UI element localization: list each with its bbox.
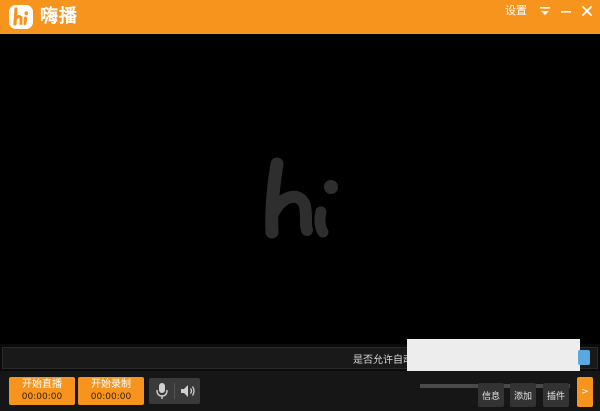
info-label: 信息: [481, 392, 500, 402]
minimize-icon[interactable]: [558, 3, 574, 19]
live-timer: 00:00:00: [21, 392, 63, 402]
title-bar: 嗨播 设置: [0, 0, 600, 34]
video-preview: [0, 34, 600, 344]
record-timer: 00:00:00: [90, 392, 132, 402]
app-title: 嗨播: [40, 6, 78, 27]
settings-link[interactable]: 设置: [505, 3, 527, 19]
start-record-label: 开始录制: [91, 379, 131, 390]
audio-separator: [174, 383, 175, 399]
audio-controls: [149, 378, 200, 404]
side-panel-toggle[interactable]: >: [577, 377, 593, 407]
add-label: 添加: [513, 392, 532, 402]
add-button[interactable]: 添加: [510, 383, 536, 407]
start-live-button[interactable]: 开始直播 00:00:00: [9, 377, 75, 405]
start-record-button[interactable]: 开始录制 00:00:00: [78, 377, 144, 405]
speaker-icon[interactable]: [179, 382, 197, 404]
hi-watermark-icon: [255, 154, 345, 248]
plugin-label: 插件: [546, 392, 565, 402]
hi-logo-icon: [9, 5, 33, 29]
close-icon[interactable]: [579, 3, 595, 19]
dropdown-icon[interactable]: [537, 3, 553, 19]
info-button[interactable]: 信息: [478, 383, 504, 407]
start-live-label: 开始直播: [22, 379, 62, 390]
microphone-icon[interactable]: [155, 382, 169, 404]
plugin-button[interactable]: 插件: [543, 383, 569, 407]
notice-text: 是否允许自动: [353, 355, 413, 366]
notice-confirm-button[interactable]: [578, 350, 590, 365]
chevron-right-icon: >: [581, 387, 589, 397]
